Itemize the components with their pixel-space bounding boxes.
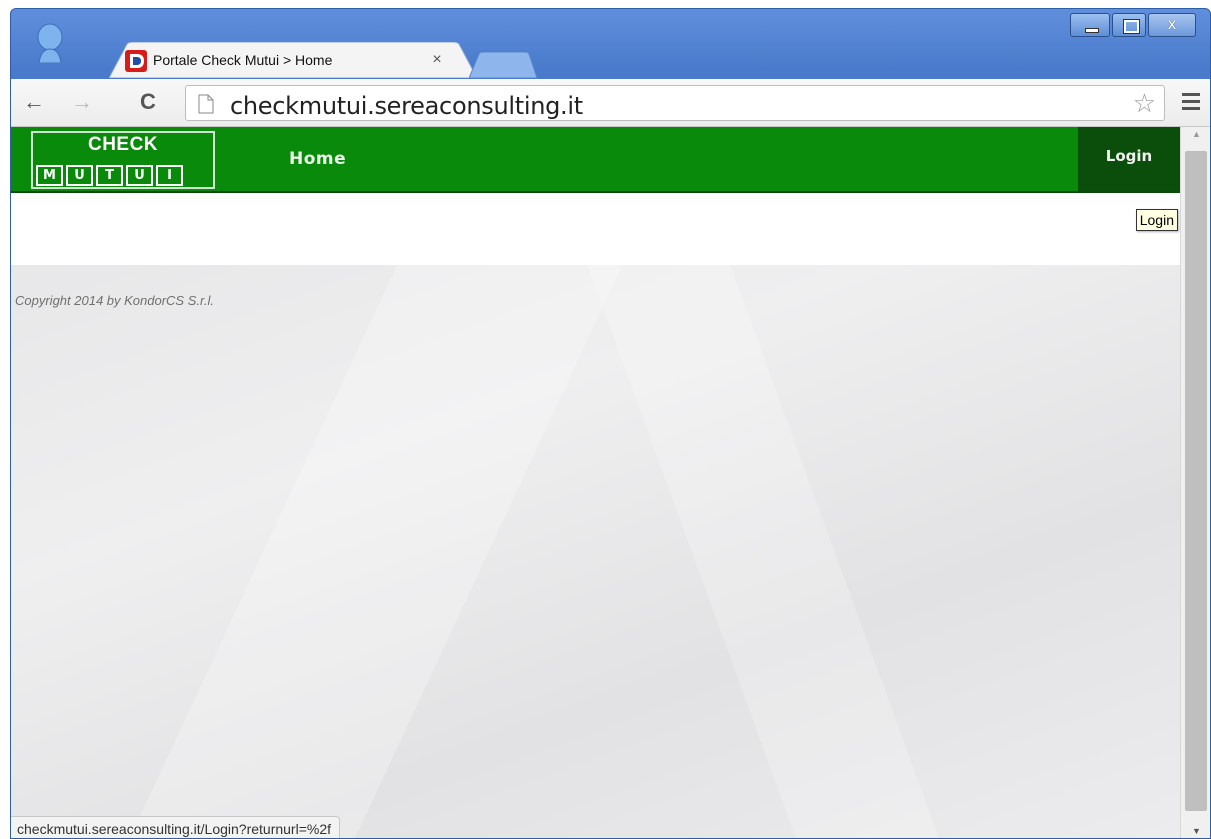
scroll-thumb[interactable]: [1185, 151, 1207, 811]
logo-top-text: CHECK: [87, 134, 159, 155]
site-navbar: CHECK M U T U I Home Login: [11, 127, 1180, 193]
url-text[interactable]: checkmutui.sereaconsulting.it: [230, 92, 583, 120]
person-silhouette-icon[interactable]: [35, 23, 65, 63]
scroll-down-arrow-icon[interactable]: ▼: [1181, 826, 1210, 836]
logo-letter: U: [66, 165, 93, 186]
back-button[interactable]: ←: [21, 89, 47, 115]
maximize-button[interactable]: [1112, 13, 1146, 37]
logo-letter: M: [36, 165, 63, 186]
copyright-text: Copyright 2014 by KondorCS S.r.l.: [15, 293, 214, 308]
title-bar: Portale Check Mutui > Home × x: [11, 9, 1210, 79]
tab-title: Portale Check Mutui > Home: [153, 52, 333, 68]
browser-toolbar: ← → C checkmutui.sereaconsulting.it ☆: [11, 79, 1210, 127]
forward-button[interactable]: →: [69, 89, 95, 115]
content-area: [11, 193, 1180, 265]
vertical-scrollbar[interactable]: ▲ ▼: [1180, 127, 1210, 838]
reload-button[interactable]: C: [135, 89, 161, 115]
window-controls: x: [1070, 13, 1198, 39]
hamburger-menu-icon[interactable]: [1182, 93, 1200, 110]
star-icon[interactable]: ☆: [1133, 90, 1156, 116]
nav-login-link[interactable]: Login: [1078, 127, 1180, 191]
login-tooltip: Login: [1135, 209, 1178, 231]
close-window-icon: x: [1168, 16, 1176, 33]
scroll-up-arrow-icon[interactable]: ▲: [1181, 129, 1210, 139]
page-viewport: CHECK M U T U I Home Login Login Copyrig…: [11, 127, 1180, 838]
nav-home-link[interactable]: Home: [289, 149, 346, 169]
minimize-button[interactable]: [1070, 13, 1110, 37]
check-mutui-logo[interactable]: CHECK M U T U I: [31, 131, 215, 189]
browser-window: Portale Check Mutui > Home × x ← → C che…: [10, 8, 1211, 839]
logo-letter: I: [156, 165, 183, 186]
close-window-button[interactable]: x: [1148, 13, 1196, 37]
logo-letter: U: [126, 165, 153, 186]
logo-letter: T: [96, 165, 123, 186]
tab-close-icon[interactable]: ×: [429, 51, 445, 69]
logo-letters: M U T U I: [36, 165, 183, 186]
address-bar[interactable]: checkmutui.sereaconsulting.it ☆: [185, 85, 1165, 121]
page-icon: [198, 94, 214, 114]
new-tab-button[interactable]: [469, 52, 537, 78]
portal-favicon-icon: [125, 50, 147, 72]
status-bar-url: checkmutui.sereaconsulting.it/Login?retu…: [11, 816, 341, 838]
